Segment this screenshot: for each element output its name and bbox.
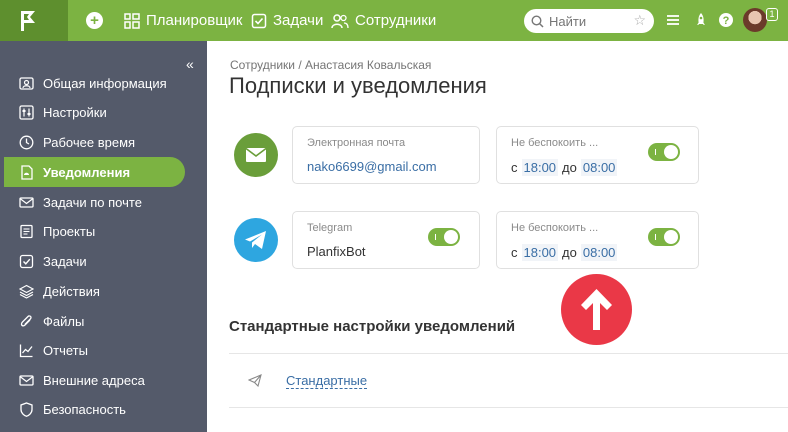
sidebar-item-external-addresses[interactable]: Внешние адреса [4,365,185,395]
nav-employees[interactable]: Сотрудники [331,0,436,41]
notification-badge[interactable]: 1 [766,8,778,21]
people-icon [331,13,349,29]
divider [229,407,788,408]
sidebar-item-tasks[interactable]: Задачи [4,246,185,276]
sidebar-item-label: Внешние адреса [43,372,145,388]
sidebar-item-files[interactable]: Файлы [4,306,185,336]
sidebar-item-mail-tasks[interactable]: Задачи по почте [4,187,185,217]
email-address[interactable]: nako6699@gmail.com [307,159,437,174]
sidebar-item-label: Отчеты [43,342,88,358]
flag-logo-icon [21,11,35,31]
search-box[interactable]: ☆ [524,9,654,33]
sidebar-item-security[interactable]: Безопасность [4,394,185,424]
telegram-dnd-label: Не беспокоить ... [511,222,599,234]
rocket-icon[interactable] [693,12,709,28]
search-input[interactable] [549,13,629,29]
checkbox-icon [18,253,34,269]
email-dnd-to[interactable]: 08:00 [580,159,618,176]
email-dnd-toggle[interactable] [648,143,680,161]
layers-icon [18,283,34,299]
paperclip-icon [18,313,34,329]
email-channel-icon [234,133,278,177]
scroll-up-arrow-icon[interactable] [561,274,632,345]
shield-icon [18,401,34,417]
telegram-toggle[interactable] [428,228,460,246]
from-prefix: с [511,245,518,260]
email-card: Электронная почта nako6699@gmail.com [292,126,480,184]
section-title: Стандартные настройки уведомлений [229,318,516,335]
person-card-icon [18,75,34,91]
telegram-dnd-time: с 18:00 до 08:00 [511,244,621,261]
nav-employees-label: Сотрудники [355,12,437,29]
sidebar-item-label: Рабочее время [43,134,136,150]
svg-text:?: ? [723,15,730,27]
menu-icon[interactable] [665,12,681,28]
clock-icon [18,134,34,150]
sidebar-item-label: Файлы [43,313,85,329]
chart-icon [18,342,34,358]
email-label: Электронная почта [307,137,406,149]
email-dnd-label: Не беспокоить ... [511,137,599,149]
sidebar-item-projects[interactable]: Проекты [4,216,185,246]
user-avatar[interactable] [743,8,767,32]
search-icon [531,14,544,28]
planfix-logo[interactable] [0,0,68,41]
telegram-dnd-card: Не беспокоить ... с 18:00 до 08:00 [496,211,699,269]
telegram-bot-name: PlanfixBot [307,244,366,259]
collapse-sidebar-icon[interactable]: « [186,56,194,72]
nav-planner-label: Планировщик [146,12,243,29]
sidebar-item-label: Проекты [43,223,96,239]
sidebar-item-label: Задачи [43,253,87,269]
from-prefix: с [511,160,518,175]
telegram-dnd-from[interactable]: 18:00 [521,244,559,261]
telegram-channel-icon [234,218,278,262]
help-icon[interactable]: ? [718,12,734,28]
sidebar-item-general[interactable]: Общая информация [4,68,185,98]
grid-icon [124,12,140,29]
page-title: Подписки и уведомления [229,73,487,98]
email-dnd-from[interactable]: 18:00 [521,159,559,176]
paper-plane-icon [248,374,262,387]
telegram-dnd-to[interactable]: 08:00 [580,244,618,261]
nav-tasks[interactable]: Задачи [251,0,323,41]
sidebar-item-settings[interactable]: Настройки [4,97,185,127]
sidebar-item-label: Общая информация [43,75,167,91]
email-dnd-card: Не беспокоить ... с 18:00 до 08:00 [496,126,699,184]
to-prefix: до [562,160,577,175]
favorites-star-icon[interactable]: ☆ [633,12,646,29]
nav-tasks-label: Задачи [273,12,324,29]
sliders-icon [18,104,34,120]
telegram-label: Telegram [307,222,353,234]
sidebar-item-label: Уведомления [43,164,131,180]
mail-icon [18,194,34,210]
to-prefix: до [562,245,577,260]
checkbox-icon [251,13,267,29]
sidebar-item-label: Настройки [43,104,107,120]
telegram-card: Telegram PlanfixBot [292,211,480,269]
mail-outline-icon [18,372,34,388]
sidebar-item-notifications[interactable]: Уведомления [4,157,185,187]
sidebar-item-label: Действия [43,283,100,299]
sidebar-item-actions[interactable]: Действия [4,276,185,306]
sidebar-item-label: Задачи по почте [43,194,142,210]
top-bar: + Планировщик Задачи Сотрудники ☆ ? 1 [0,0,788,41]
email-dnd-time: с 18:00 до 08:00 [511,159,621,176]
telegram-dnd-toggle[interactable] [648,228,680,246]
add-button[interactable]: + [86,12,103,29]
bell-doc-icon [18,164,34,180]
folder-icon [18,223,34,239]
nav-planner[interactable]: Планировщик [124,0,242,41]
sidebar-item-reports[interactable]: Отчеты [4,335,185,365]
breadcrumb[interactable]: Сотрудники / Анастасия Ковальская [230,58,431,72]
sidebar-item-work-time[interactable]: Рабочее время [4,127,185,157]
standard-settings-link[interactable]: Стандартные [286,373,368,389]
divider [229,353,788,354]
sidebar-item-label: Безопасность [43,401,126,417]
